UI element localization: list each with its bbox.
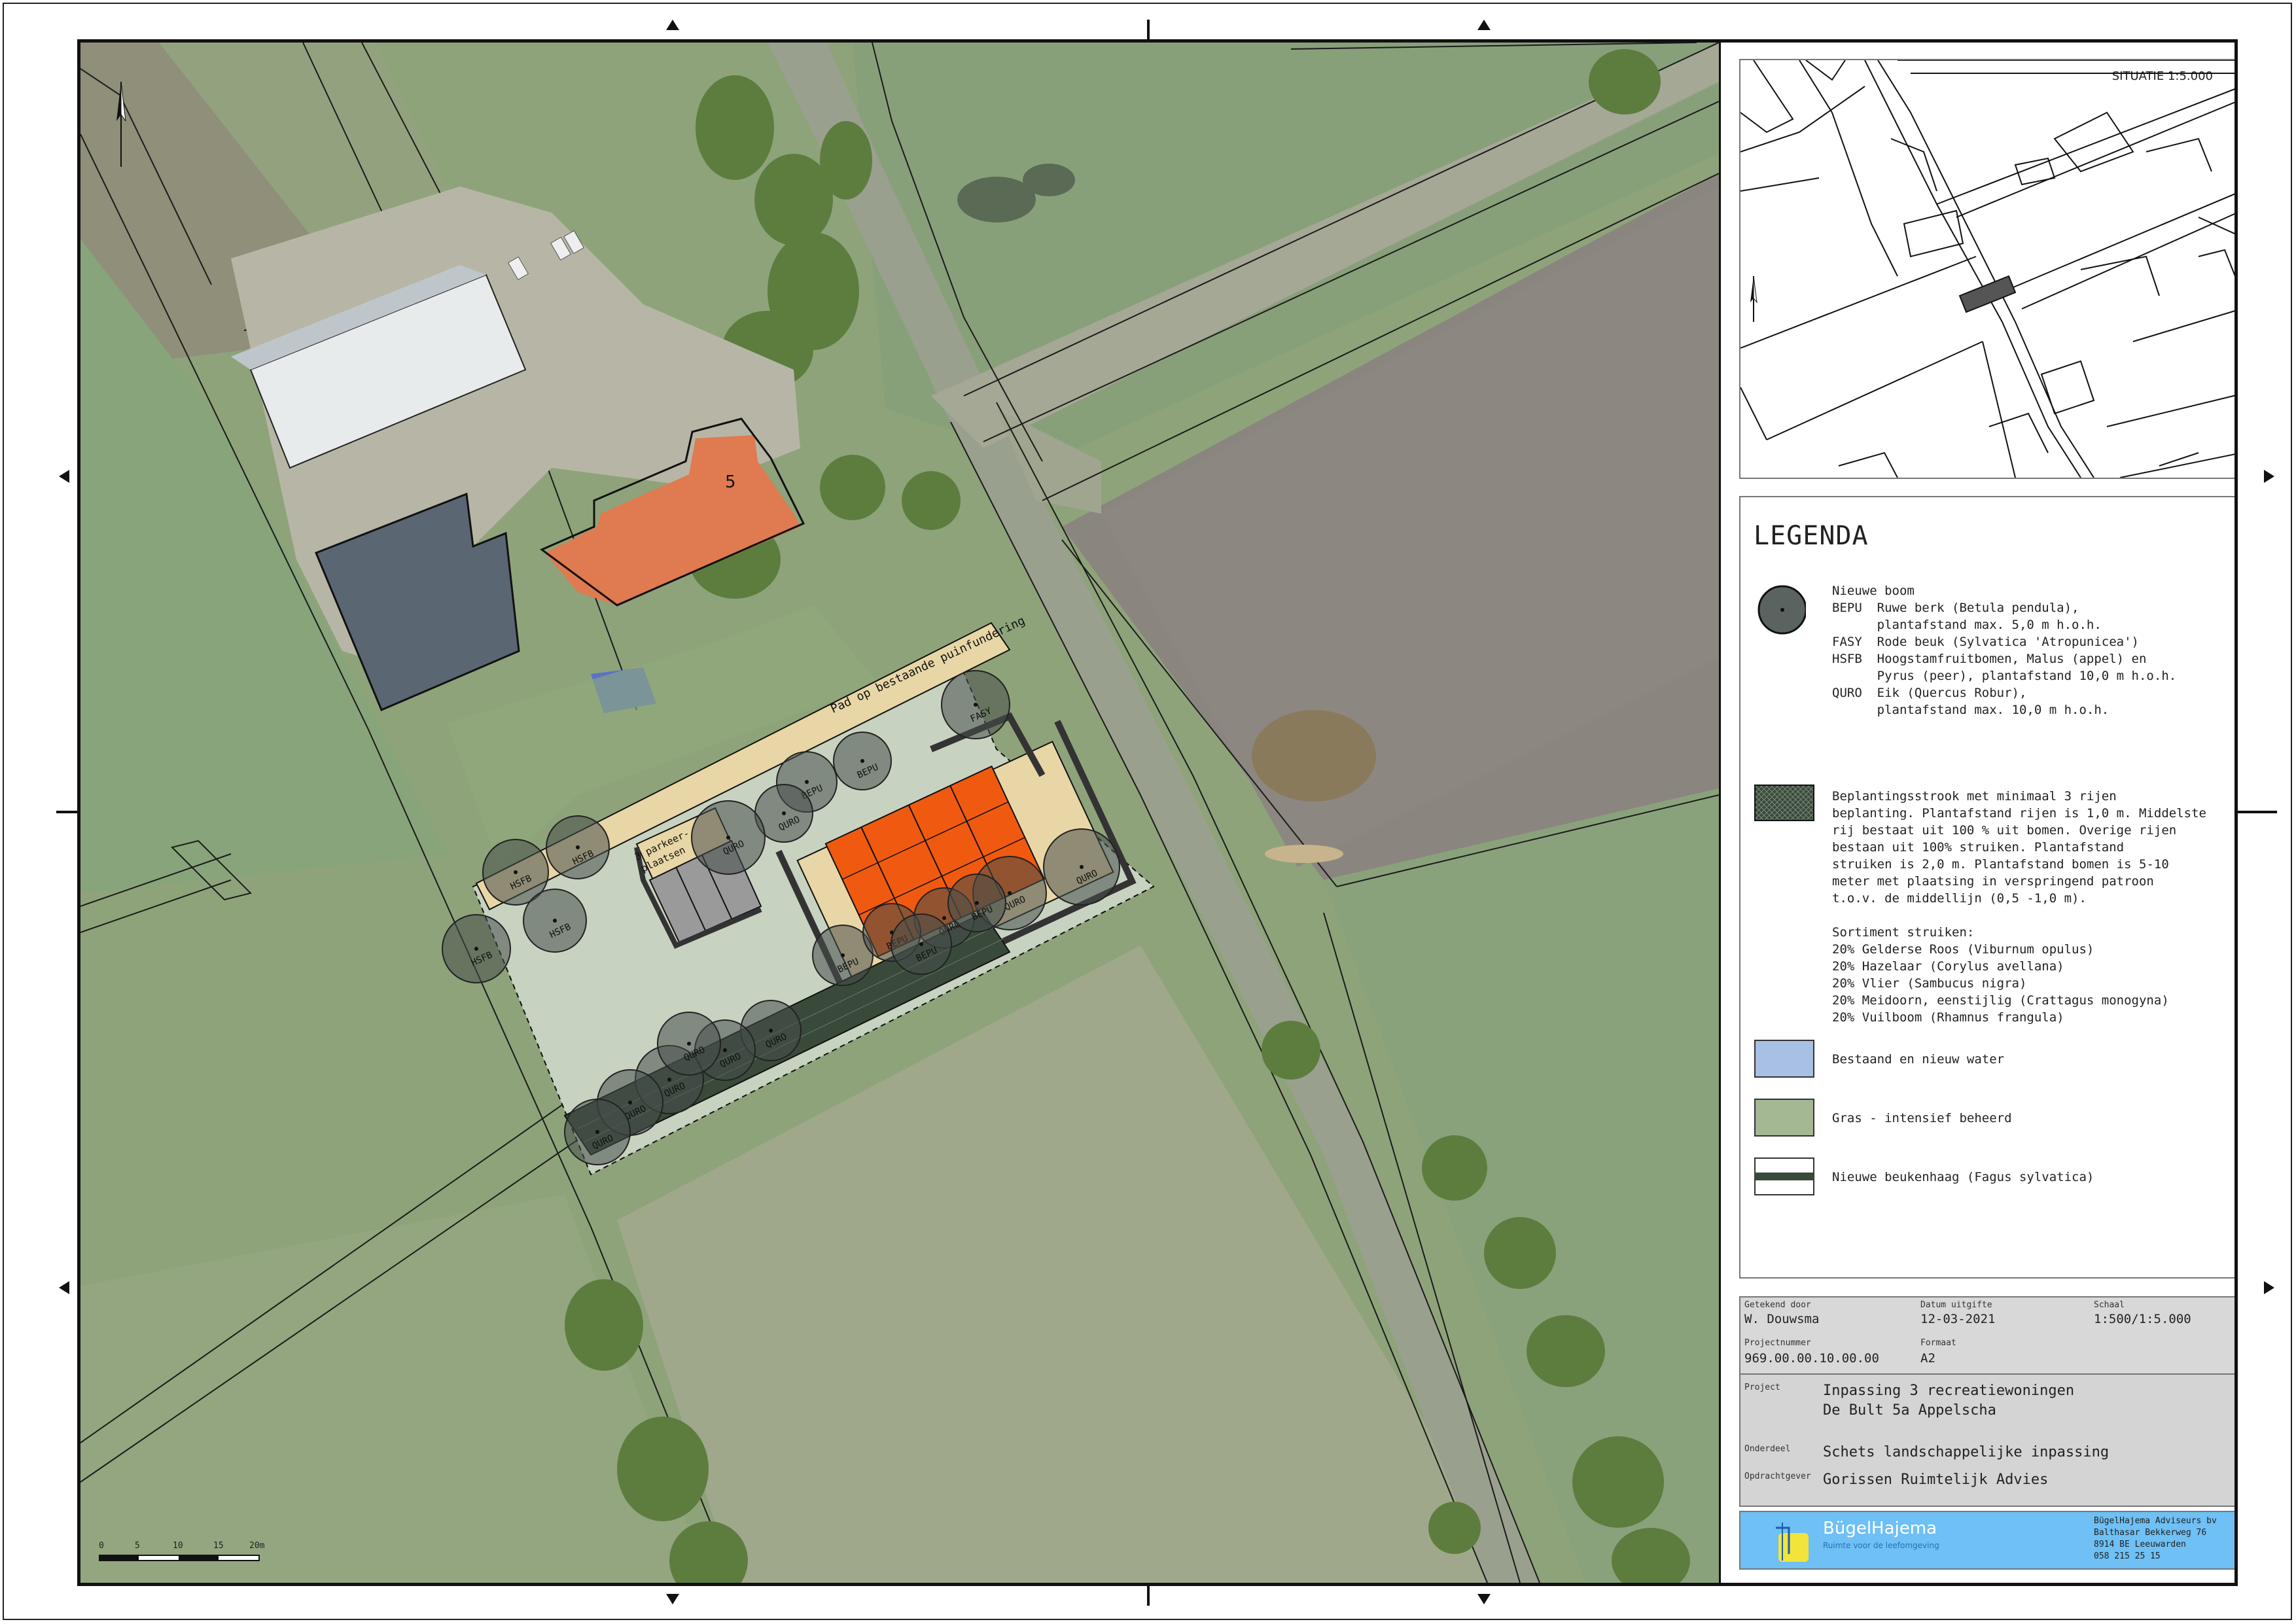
company-name: BügelHajema bbox=[1823, 1519, 1937, 1538]
company-bar: BügelHajema Ruimte voor de leefomgeving … bbox=[1739, 1511, 2234, 1570]
scale-label-0: 0 bbox=[99, 1541, 104, 1551]
titleblock-project: Project Inpassing 3 recreatiewoningen De… bbox=[1739, 1373, 2234, 1507]
scale-label-5: 5 bbox=[135, 1541, 140, 1551]
site-map: 5 Pad op bestaande puinfundering 3 parke… bbox=[80, 43, 1719, 1583]
legend: LEGENDA Nieuwe boom BEPU Ruwe berk (Betu… bbox=[1739, 496, 2234, 1279]
tree-bepu: BEPU bbox=[891, 913, 952, 975]
company-address-1: BügelHajema Adviseurs bv bbox=[2094, 1516, 2217, 1526]
company-tagline: Ruimte voor de leefomgeving bbox=[1823, 1541, 1939, 1550]
format-value: A2 bbox=[1920, 1351, 1935, 1366]
company-logo-icon bbox=[1776, 1523, 1809, 1562]
tree-fasy: FASY bbox=[941, 670, 1010, 739]
format-label: Formaat bbox=[1920, 1338, 1956, 1348]
legend-text-planting-strip: Beplantingsstrook met minimaal 3 rijen b… bbox=[1832, 789, 2206, 1025]
legend-text-water: Bestaand en nieuw water bbox=[1832, 1052, 2005, 1067]
scale-label-15: 15 bbox=[213, 1541, 224, 1551]
tree-bepu: BEPU bbox=[833, 732, 892, 790]
drawn-by-label: Getekend door bbox=[1744, 1300, 1811, 1310]
tree-quro: QURO bbox=[691, 800, 766, 875]
project-line2: De Bult 5a Appelscha bbox=[1823, 1402, 1996, 1419]
client-label: Opdrachtgever bbox=[1744, 1472, 1811, 1481]
scale-value: 1:500/1:5.000 bbox=[2094, 1312, 2191, 1326]
tree-quro: QURO bbox=[564, 1099, 631, 1165]
drawing-frame: 5 Pad op bestaande puinfundering 3 parke… bbox=[77, 39, 2238, 1586]
hedge-symbol-icon bbox=[1754, 1157, 1814, 1195]
tree-symbol-icon bbox=[1757, 585, 1806, 635]
drawn-by: W. Douwsma bbox=[1744, 1312, 1820, 1326]
part-value: Schets landschappelijke inpassing bbox=[1823, 1444, 2110, 1460]
tree-bepu: BEPU bbox=[947, 874, 1006, 932]
projectnr-value: 969.00.00.10.00.00 bbox=[1744, 1351, 1879, 1366]
date-label: Datum uitgifte bbox=[1920, 1300, 1992, 1310]
legend-text-grass: Gras - intensief beheerd bbox=[1832, 1111, 2012, 1125]
company-address-4: 058 215 25 15 bbox=[2094, 1551, 2161, 1561]
projectnr-label: Projectnummer bbox=[1744, 1338, 1811, 1348]
company-address-2: Balthasar Bekkerweg 76 bbox=[2094, 1528, 2207, 1538]
situatie-map: SITUATIE 1:5.000 bbox=[1739, 59, 2234, 479]
tree-hsfb: HSFB bbox=[523, 889, 587, 953]
titleblock-info: Getekend door W. Douwsma Datum uitgifte … bbox=[1739, 1296, 2234, 1375]
legend-title: LEGENDA bbox=[1754, 521, 1869, 551]
house-number: 5 bbox=[725, 472, 736, 492]
right-panel: SITUATIE 1:5.000 LEGENDA Nieuwe boom BEP… bbox=[1719, 43, 2234, 1583]
scale-label-10: 10 bbox=[173, 1541, 183, 1551]
scale-label: Schaal bbox=[2094, 1300, 2125, 1310]
water-swatch-icon bbox=[1754, 1040, 1814, 1078]
scalebar: 0 5 10 15 20m bbox=[99, 1541, 269, 1567]
project-line1: Inpassing 3 recreatiewoningen bbox=[1823, 1383, 2075, 1399]
planting-strip-icon bbox=[1754, 785, 1814, 821]
date-value: 12-03-2021 bbox=[1920, 1312, 1996, 1326]
project-label: Project bbox=[1744, 1383, 1780, 1392]
tree-quro: QURO bbox=[657, 1012, 721, 1076]
part-label: Onderdeel bbox=[1744, 1444, 1791, 1454]
legend-text-tree: Nieuwe boom BEPU Ruwe berk (Betula pendu… bbox=[1832, 584, 2177, 717]
company-address-3: 8914 BE Leeuwarden bbox=[2094, 1540, 2186, 1549]
legend-text-hedge: Nieuwe beukenhaag (Fagus sylvatica) bbox=[1832, 1170, 2094, 1184]
grass-swatch-icon bbox=[1754, 1099, 1814, 1137]
scale-label-20m: 20m bbox=[249, 1541, 265, 1551]
tree-hsfb: HSFB bbox=[546, 815, 610, 879]
client-value: Gorissen Ruimtelijk Advies bbox=[1823, 1472, 2049, 1488]
tree-hsfb: HSFB bbox=[442, 914, 511, 983]
tree-quro: QURO bbox=[1043, 828, 1120, 906]
